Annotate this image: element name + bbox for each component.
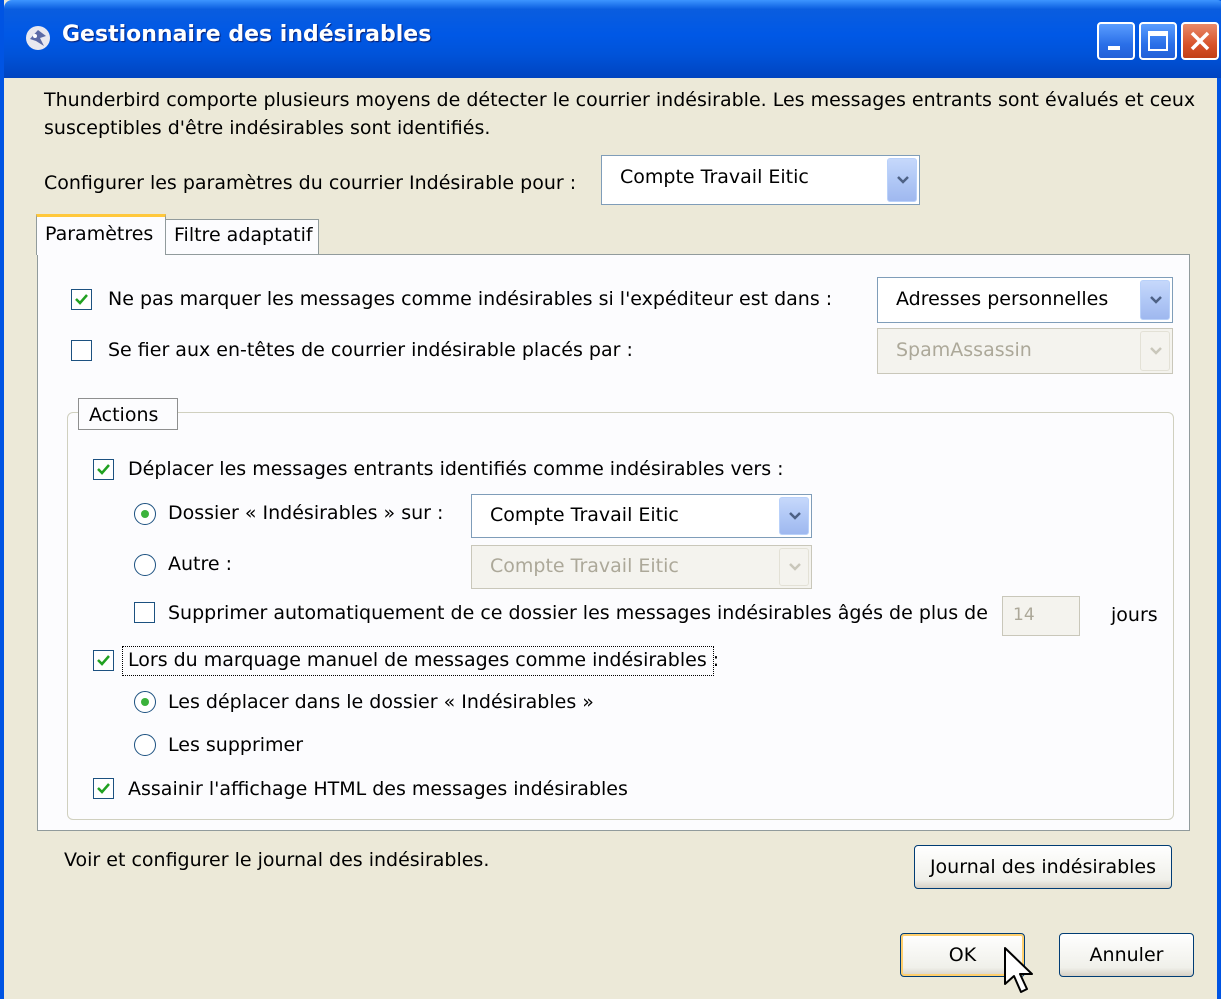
auto-delete-checkbox[interactable]	[134, 602, 155, 623]
maximize-icon	[1148, 31, 1168, 51]
account-selector-dropdown[interactable]: Compte Travail Eitic	[601, 155, 920, 205]
tab-filtre-adaptatif-label: Filtre adaptatif	[174, 224, 313, 246]
trust-headers-value: SpamAssassin	[896, 339, 1032, 361]
minimize-icon	[1108, 46, 1120, 50]
move-incoming-checkbox[interactable]	[93, 459, 114, 480]
intro-text: Thunderbird comporte plusieurs moyens de…	[44, 89, 1196, 139]
auto-delete-days-value: 14	[1013, 605, 1035, 625]
junk-log-text: Voir et configurer le journal des indési…	[64, 849, 490, 871]
whitelist-value: Adresses personnelles	[896, 288, 1109, 310]
trust-headers-label: Se fier aux en-têtes de courrier indésir…	[108, 339, 633, 361]
checkmark-icon	[97, 783, 110, 794]
auto-delete-unit: jours	[1111, 604, 1158, 626]
manual-delete-radio[interactable]	[134, 734, 156, 756]
cancel-button[interactable]: Annuler	[1059, 933, 1194, 977]
whitelist-addressbook-dropdown[interactable]: Adresses personnelles	[877, 277, 1173, 323]
whitelist-label: Ne pas marquer les messages comme indési…	[108, 288, 833, 310]
chevron-down-icon	[1140, 331, 1170, 371]
junk-folder-account-value: Compte Travail Eitic	[490, 504, 679, 526]
manual-move-radio[interactable]	[134, 691, 156, 713]
manual-mark-label: Lors du marquage manuel de messages comm…	[128, 649, 720, 671]
account-selector-label: Configurer les paramètres du courrier In…	[44, 172, 577, 194]
other-folder-radio[interactable]	[134, 554, 156, 576]
other-folder-dropdown[interactable]: Compte Travail Eitic	[471, 545, 812, 589]
other-folder-label: Autre :	[168, 553, 233, 575]
whitelist-checkbox[interactable]	[71, 289, 92, 310]
title-bar[interactable]: Gestionnaire des indésirables	[4, 0, 1221, 78]
radio-selected-dot	[141, 698, 149, 706]
junk-folder-radio[interactable]	[134, 503, 156, 525]
manual-move-label: Les déplacer dans le dossier « Indésirab…	[168, 691, 594, 713]
actions-legend: Actions	[78, 398, 178, 430]
trust-headers-checkbox[interactable]	[71, 340, 92, 361]
trust-headers-dropdown[interactable]: SpamAssassin	[877, 328, 1173, 374]
thunderbird-app-icon	[26, 26, 50, 50]
sanitize-html-label: Assainir l'affichage HTML des messages i…	[128, 778, 628, 800]
mouse-pointer-icon	[1004, 947, 1033, 993]
checkmark-icon	[75, 294, 88, 305]
chevron-down-icon	[1140, 280, 1170, 320]
junk-folder-account-dropdown[interactable]: Compte Travail Eitic	[471, 494, 812, 538]
manual-delete-label: Les supprimer	[168, 734, 304, 756]
close-button[interactable]	[1181, 22, 1219, 60]
junk-folder-label: Dossier « Indésirables » sur :	[168, 502, 444, 524]
maximize-button[interactable]	[1139, 22, 1177, 60]
chevron-down-icon	[887, 158, 917, 202]
tab-parametres-label: Paramètres	[45, 223, 154, 245]
junk-manager-dialog: Gestionnaire des indésirables Thunderbir…	[0, 0, 1221, 999]
actions-legend-label: Actions	[89, 404, 159, 426]
auto-delete-days-input[interactable]: 14	[1002, 596, 1080, 636]
cancel-button-label: Annuler	[1089, 944, 1164, 966]
auto-delete-label: Supprimer automatiquement de ce dossier …	[168, 602, 988, 624]
chevron-down-icon	[779, 497, 809, 535]
junk-log-button[interactable]: Journal des indésirables	[914, 845, 1172, 889]
checkmark-icon	[97, 464, 110, 475]
minimize-button[interactable]	[1097, 22, 1135, 60]
tab-filtre-adaptatif[interactable]: Filtre adaptatif	[165, 219, 319, 255]
tab-parametres[interactable]: Paramètres	[36, 214, 166, 255]
window-title: Gestionnaire des indésirables	[62, 22, 432, 47]
account-selector-value: Compte Travail Eitic	[620, 166, 809, 188]
close-icon	[1190, 31, 1210, 51]
radio-selected-dot	[141, 510, 149, 518]
manual-mark-checkbox[interactable]	[93, 650, 114, 671]
chevron-down-icon	[779, 548, 809, 586]
junk-log-button-label: Journal des indésirables	[929, 856, 1157, 878]
checkmark-icon	[97, 655, 110, 666]
move-incoming-label: Déplacer les messages entrants identifié…	[128, 458, 784, 480]
sanitize-html-checkbox[interactable]	[93, 778, 114, 799]
other-folder-value: Compte Travail Eitic	[490, 555, 679, 577]
